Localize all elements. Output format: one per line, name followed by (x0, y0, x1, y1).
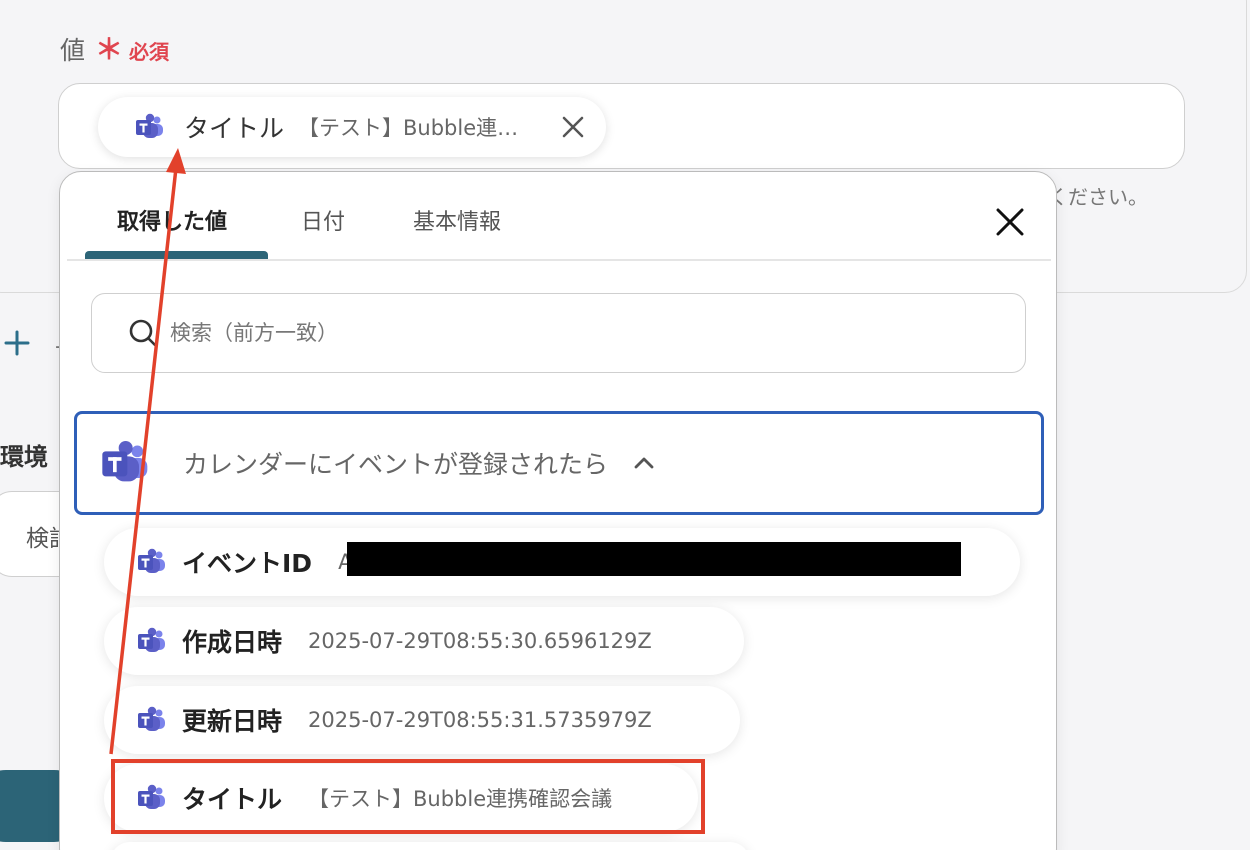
chip-remove-button[interactable] (558, 112, 588, 142)
item-label: イベントID (182, 549, 313, 578)
close-icon (562, 116, 584, 138)
tab-basic-info[interactable]: 基本情報 (413, 204, 501, 236)
value-chip[interactable]: タイトル 【テスト】Bubble連… (98, 97, 606, 157)
chip-label: タイトル (184, 114, 285, 143)
search-input[interactable] (170, 321, 970, 345)
required-star: ＊ (95, 33, 124, 66)
group-title: カレンダーにイベントが登録されたら (183, 450, 609, 479)
field-label-text: 値 (60, 36, 86, 65)
search-field[interactable] (91, 293, 1026, 373)
item-label: 更新日時 (182, 707, 283, 736)
item-label: タイトル (182, 785, 283, 814)
plus-icon (4, 330, 30, 356)
teams-icon (138, 706, 165, 731)
chevron-up-icon (632, 450, 658, 476)
teams-icon (138, 627, 165, 652)
list-item-created-at[interactable]: 作成日時 2025-07-29T08:55:30.6596129Z (104, 607, 744, 675)
tab-date[interactable]: 日付 (301, 204, 345, 236)
field-hint: ください。 (1048, 185, 1148, 209)
field-label: 値 ＊ 必須 (60, 28, 169, 68)
close-panel-button[interactable] (992, 204, 1028, 240)
trigger-group-header[interactable]: カレンダーにイベントが登録されたら (74, 411, 1044, 515)
teams-icon (136, 113, 163, 138)
tab-divider (67, 259, 1051, 261)
close-icon (996, 208, 1024, 236)
teams-icon (102, 441, 148, 482)
search-icon (129, 319, 158, 348)
list-item-title[interactable]: タイトル 【テスト】Bubble連携確認会議 (104, 764, 698, 832)
chip-value: 【テスト】Bubble連… (298, 116, 519, 140)
env-label: 環境 (0, 443, 48, 471)
redaction-bar (347, 542, 961, 576)
tab-acquired-values[interactable]: 取得した値 (117, 204, 227, 236)
list-item-next[interactable] (110, 842, 750, 850)
teams-icon (138, 548, 165, 573)
required-text: 必須 (129, 40, 170, 64)
active-tab-indicator (85, 251, 268, 259)
item-value: 2025-07-29T08:55:31.5735979Z (308, 708, 652, 732)
item-value: 2025-07-29T08:55:30.6596129Z (308, 629, 652, 653)
add-button[interactable] (3, 328, 31, 364)
picker-tabs: 取得した値 日付 基本情報 (60, 172, 1056, 261)
teams-icon (138, 784, 165, 809)
list-item-updated-at[interactable]: 更新日時 2025-07-29T08:55:31.5735979Z (104, 686, 740, 754)
item-label: 作成日時 (182, 628, 283, 657)
item-value: 【テスト】Bubble連携確認会議 (308, 787, 613, 811)
